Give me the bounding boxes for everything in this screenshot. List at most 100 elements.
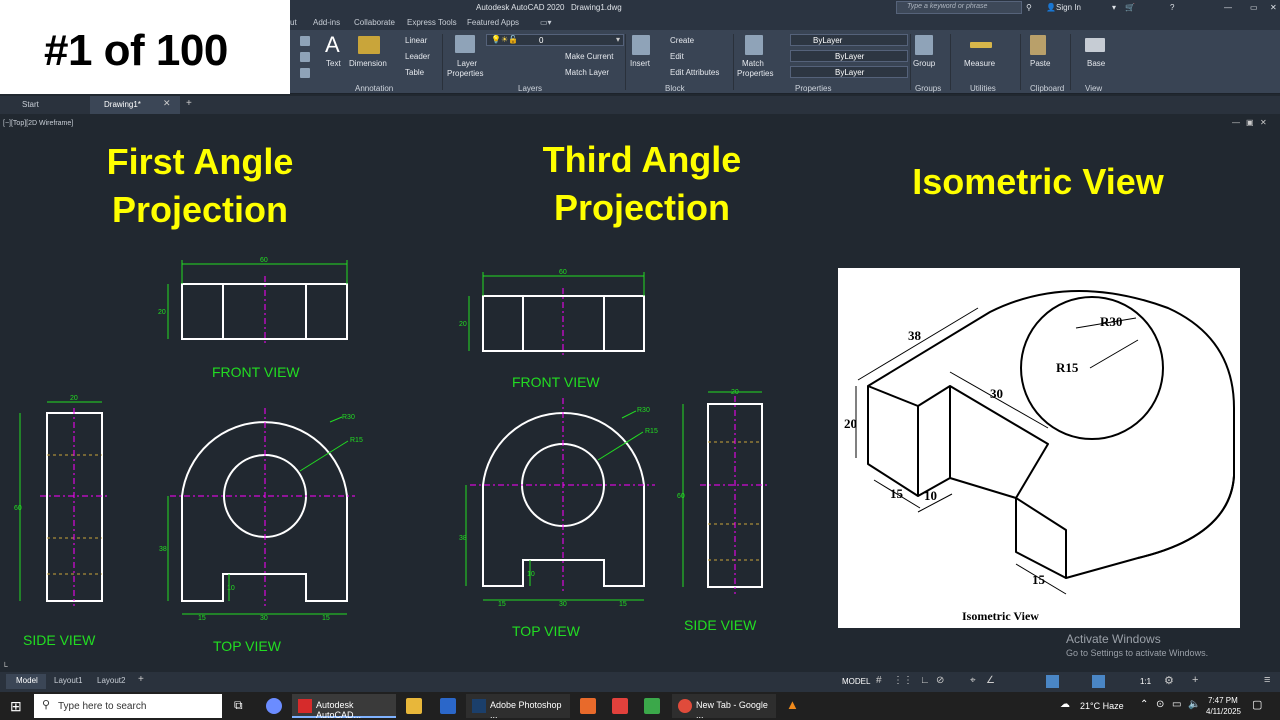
- text-tool-label[interactable]: Text: [326, 59, 341, 68]
- file-explorer-icon[interactable]: [406, 698, 422, 714]
- app-icon-red[interactable]: [612, 698, 628, 714]
- app-icon-green[interactable]: [644, 698, 660, 714]
- user-icon[interactable]: 👤: [1046, 3, 1056, 12]
- edit-block-button[interactable]: Edit: [670, 52, 684, 61]
- taskbar-chrome[interactable]: New Tab - Google ...: [672, 694, 776, 720]
- color-dropdown[interactable]: ByLayer: [790, 34, 908, 46]
- match-layer-button[interactable]: Match Layer: [565, 68, 609, 77]
- insert-label[interactable]: Insert: [630, 59, 650, 68]
- layer-properties-icon[interactable]: [455, 35, 475, 53]
- annotation-scale[interactable]: 1:1: [1140, 677, 1151, 686]
- match-properties-icon[interactable]: [745, 35, 763, 55]
- layer-properties-label[interactable]: Layer: [457, 59, 477, 68]
- polar-icon[interactable]: ⊘: [936, 675, 944, 686]
- groups-panel-label[interactable]: Groups: [915, 84, 941, 93]
- tab-start[interactable]: Start: [0, 96, 90, 114]
- tab-add-ins[interactable]: Add-ins: [313, 18, 340, 27]
- tab-output[interactable]: ut: [290, 18, 297, 27]
- cart-icon[interactable]: 🛒: [1125, 3, 1135, 12]
- customize-icon[interactable]: ≡: [1264, 674, 1270, 686]
- taskbar-autocad[interactable]: Autodesk AutoCAD...: [292, 694, 396, 720]
- tray-chevron-icon[interactable]: ⌃: [1140, 699, 1148, 710]
- osnap-icon[interactable]: ⌖: [970, 675, 976, 686]
- binoculars-icon[interactable]: ⚲: [1026, 3, 1032, 12]
- layer-dropdown[interactable]: 💡☀🔓 0 ▾: [486, 34, 624, 46]
- add-icon[interactable]: +: [1192, 674, 1198, 686]
- viewport-restore-icon[interactable]: ▣: [1246, 118, 1254, 127]
- vlc-icon[interactable]: ▲: [786, 697, 799, 712]
- insert-icon[interactable]: [632, 35, 650, 55]
- base-label[interactable]: Base: [1087, 59, 1105, 68]
- otrack-icon[interactable]: ∠: [986, 675, 995, 686]
- chevron-down-icon[interactable]: ▾: [616, 35, 620, 44]
- draw-tool-icon[interactable]: [300, 36, 310, 46]
- viewport-min-icon[interactable]: —: [1232, 118, 1240, 127]
- edit-attributes-button[interactable]: Edit Attributes: [670, 68, 719, 77]
- app-icon-orange[interactable]: [580, 698, 596, 714]
- copilot-icon[interactable]: [266, 698, 282, 714]
- leader-button[interactable]: Leader: [405, 52, 430, 61]
- close-tab-icon[interactable]: ✕: [163, 98, 171, 109]
- viewport-close-icon[interactable]: ✕: [1260, 118, 1267, 127]
- properties-panel-label[interactable]: Properties: [795, 84, 831, 93]
- group-icon[interactable]: [915, 35, 933, 55]
- group-label[interactable]: Group: [913, 59, 935, 68]
- text-tool-icon[interactable]: A: [325, 32, 340, 58]
- sign-in-link[interactable]: Sign In: [1056, 3, 1081, 12]
- tray-app-icon[interactable]: ⊙: [1156, 699, 1164, 710]
- table-button[interactable]: Table: [405, 68, 424, 77]
- taskbar-photoshop[interactable]: Adobe Photoshop ...: [466, 694, 570, 720]
- view-panel-label[interactable]: View: [1085, 84, 1102, 93]
- match-properties-label[interactable]: Match: [742, 59, 764, 68]
- snap-icon[interactable]: ⋮⋮: [893, 675, 913, 686]
- modify-tool-icon-2[interactable]: [300, 68, 310, 78]
- utilities-panel-label[interactable]: Utilities: [970, 84, 996, 93]
- layers-panel-label[interactable]: Layers: [518, 84, 542, 93]
- new-layout-button[interactable]: +: [138, 674, 144, 685]
- annotation-panel-label[interactable]: Annotation: [355, 84, 393, 93]
- linetype-dropdown[interactable]: ByLayer: [790, 50, 908, 62]
- tab-layout2[interactable]: Layout2: [97, 676, 125, 685]
- weather-icon[interactable]: ☁: [1060, 699, 1070, 710]
- tab-collaborate[interactable]: Collaborate: [354, 18, 395, 27]
- selection-cycling-icon[interactable]: [1046, 675, 1059, 688]
- tab-model[interactable]: Model: [6, 674, 46, 689]
- close-button[interactable]: ✕: [1270, 3, 1277, 12]
- tab-layout1[interactable]: Layout1: [54, 676, 82, 685]
- gear-icon[interactable]: ⚙: [1164, 674, 1174, 687]
- block-panel-label[interactable]: Block: [665, 84, 685, 93]
- volume-icon[interactable]: 🔈: [1188, 699, 1200, 710]
- tab-featured-apps[interactable]: Featured Apps: [467, 18, 519, 27]
- dimension-icon[interactable]: [358, 36, 380, 54]
- measure-label[interactable]: Measure: [964, 59, 995, 68]
- taskbar-search[interactable]: ⚲ Type here to search: [34, 694, 222, 718]
- paste-icon[interactable]: [1030, 35, 1046, 55]
- maximize-button[interactable]: ▭: [1250, 3, 1258, 12]
- grid-icon[interactable]: #: [876, 675, 882, 686]
- clock-date[interactable]: 4/11/2025: [1206, 707, 1241, 716]
- start-button[interactable]: ⊞: [10, 698, 22, 715]
- layer-properties-label-2[interactable]: Properties: [447, 69, 483, 78]
- base-view-icon[interactable]: [1085, 38, 1105, 52]
- weather-text[interactable]: 21°C Haze: [1080, 701, 1124, 711]
- app-icon-blue[interactable]: [440, 698, 456, 714]
- match-properties-label-2[interactable]: Properties: [737, 69, 773, 78]
- minimize-button[interactable]: —: [1224, 3, 1232, 12]
- notification-icon[interactable]: ▢: [1252, 698, 1262, 711]
- linear-dim-button[interactable]: Linear: [405, 36, 427, 45]
- lineweight-dropdown[interactable]: ByLayer: [790, 66, 908, 78]
- toggle-ribbon-icon[interactable]: ▭▾: [540, 18, 552, 27]
- chevron-down-icon[interactable]: ▾: [1112, 3, 1116, 12]
- make-current-button[interactable]: Make Current: [565, 52, 613, 61]
- model-space-button[interactable]: MODEL: [842, 677, 870, 686]
- paste-label[interactable]: Paste: [1030, 59, 1050, 68]
- search-box[interactable]: Type a keyword or phrase: [896, 1, 1022, 14]
- annotation-visibility-icon[interactable]: [1092, 675, 1105, 688]
- network-icon[interactable]: ▭: [1172, 699, 1181, 710]
- dimension-label[interactable]: Dimension: [349, 59, 387, 68]
- measure-icon[interactable]: [970, 42, 992, 48]
- help-icon[interactable]: ?: [1170, 3, 1174, 12]
- clipboard-panel-label[interactable]: Clipboard: [1030, 84, 1064, 93]
- create-block-button[interactable]: Create: [670, 36, 694, 45]
- ortho-icon[interactable]: ∟: [920, 675, 930, 686]
